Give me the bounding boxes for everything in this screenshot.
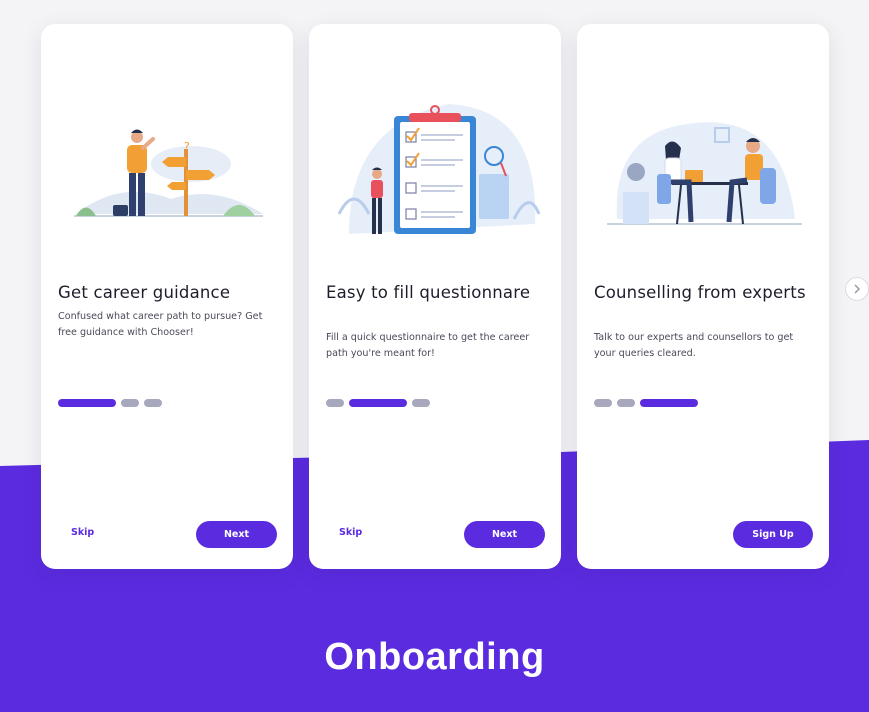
- card-description: Confused what career path to pursue? Get…: [58, 311, 263, 338]
- card-title: Get career guidance: [58, 283, 231, 302]
- step-dot-active: [58, 399, 116, 407]
- svg-text:?: ?: [184, 140, 190, 153]
- next-button[interactable]: Next: [464, 521, 545, 548]
- step-indicator: [326, 399, 430, 407]
- card-description: Talk to our experts and counsellors to g…: [594, 332, 794, 359]
- carousel-next-button[interactable]: [845, 277, 869, 301]
- next-button[interactable]: Next: [196, 521, 277, 548]
- questionnaire-clipboard-illustration: [337, 104, 541, 234]
- skip-button[interactable]: Skip: [71, 527, 94, 538]
- step-dot: [326, 399, 344, 407]
- card-title: Counselling from experts: [594, 283, 806, 302]
- step-indicator: [594, 399, 698, 407]
- onboarding-card-1: ? Get career guidance Confused what care…: [41, 24, 293, 569]
- onboarding-card-3: Counselling from experts Talk to our exp…: [577, 24, 829, 569]
- career-signpost-illustration: ?: [74, 129, 263, 217]
- onboarding-card-2: Easy to fill questionnare Fill a quick q…: [309, 24, 561, 569]
- step-dot-active: [349, 399, 407, 407]
- page-heading: Onboarding: [324, 636, 545, 678]
- skip-button[interactable]: Skip: [339, 527, 362, 538]
- step-dot: [121, 399, 139, 407]
- card-description: Fill a quick questionnaire to get the ca…: [326, 332, 530, 359]
- chevron-right-icon: [854, 284, 861, 294]
- card-title: Easy to fill questionnare: [326, 283, 531, 302]
- step-dot: [412, 399, 430, 407]
- step-dot: [594, 399, 612, 407]
- sign-up-button[interactable]: Sign Up: [733, 521, 813, 548]
- step-indicator: [58, 399, 162, 407]
- step-dot: [144, 399, 162, 407]
- step-dot-active: [640, 399, 698, 407]
- counselling-meeting-illustration: [607, 122, 802, 225]
- step-dot: [617, 399, 635, 407]
